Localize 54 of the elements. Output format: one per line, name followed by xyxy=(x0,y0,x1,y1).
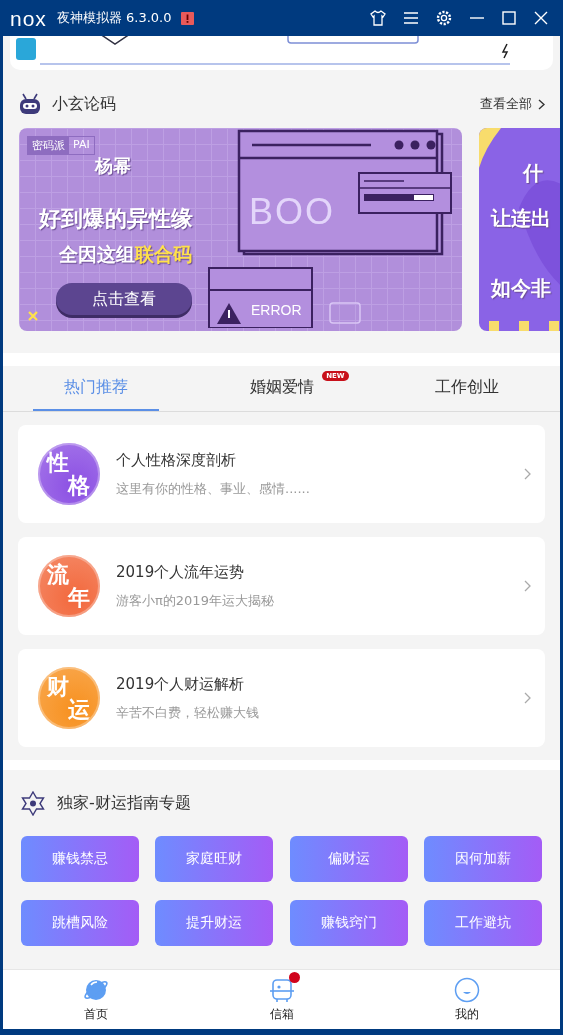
topic-button[interactable]: 工作避坑 xyxy=(424,900,542,946)
banner-heading: 杨幂 xyxy=(95,154,131,178)
nav-item[interactable]: 首页 xyxy=(3,970,189,1029)
topic-card[interactable]: 流 年 2019个人流年运势 游客小π的2019年运大揭秘 xyxy=(18,537,545,635)
banner-tagline: 如今非 xyxy=(491,275,551,302)
alert-icon[interactable] xyxy=(181,11,195,25)
banner-tagline: 全因这组联合码 xyxy=(59,242,192,267)
card-title: 个人性格深度剖析 xyxy=(116,450,237,470)
chevron-right-icon xyxy=(524,580,531,592)
view-button[interactable]: 点击查看 xyxy=(56,283,192,315)
card-title: 2019个人财运解析 xyxy=(116,674,246,694)
error-label: ERROR xyxy=(251,302,302,318)
topic-button[interactable]: 因何加薪 xyxy=(424,836,542,882)
topic-icon: 流 年 xyxy=(38,555,100,617)
topic-button[interactable]: 赚钱禁忌 xyxy=(21,836,139,882)
view-all-link[interactable]: 查看全部 xyxy=(480,95,545,113)
robot-icon xyxy=(18,93,42,115)
star-icon xyxy=(21,790,45,816)
robot-icon xyxy=(268,976,295,1003)
topic-button[interactable]: 家庭旺财 xyxy=(155,836,274,882)
section-title: 小玄论码 xyxy=(52,93,117,115)
chevron-right-icon xyxy=(524,692,531,704)
promo-banner[interactable]: 密码派 PAI 杨幂 好到爆的异性缘 全因这组联合码 点击查看 BOO ERROR xyxy=(19,128,462,331)
chevron-right-icon xyxy=(524,468,531,480)
banner-subtitle: 好到爆的异性缘 xyxy=(39,205,193,233)
topic-icon: 性 格 xyxy=(38,443,100,505)
banner-tag: 密码派 PAI xyxy=(27,136,95,155)
window-title: 夜神模拟器 6.3.0.0 xyxy=(56,9,172,27)
topic-card[interactable]: 财 运 2019个人财运解析 辛苦不白费，轻松赚大钱 xyxy=(18,649,545,747)
card-subtitle: 辛苦不白费，轻松赚大钱 xyxy=(116,703,260,722)
banner-subtitle: 让连出 xyxy=(491,205,551,232)
promo-banner[interactable]: 什 让连出 如今非 xyxy=(479,128,560,331)
topic-icon: 财 运 xyxy=(38,667,100,729)
topic-button[interactable]: 跳槽风险 xyxy=(21,900,139,946)
nav-item[interactable]: 信箱 xyxy=(188,970,375,1029)
topic-button[interactable]: 赚钱窍门 xyxy=(289,900,408,946)
card-subtitle: 这里有你的性格、事业、感情...... xyxy=(116,479,311,498)
nav-item[interactable]: 我的 xyxy=(374,970,560,1029)
banner-art-text: BOO xyxy=(249,194,335,230)
shirt-icon[interactable] xyxy=(369,9,387,27)
tab[interactable]: 工作创业 xyxy=(374,366,560,411)
topic-button[interactable]: 偏财运 xyxy=(289,836,408,882)
menu-icon[interactable] xyxy=(403,11,419,25)
topic-button[interactable]: 提升财运 xyxy=(155,900,274,946)
banner-heading: 什 xyxy=(523,160,543,187)
maximize-icon[interactable] xyxy=(501,10,517,26)
card-subtitle: 游客小π的2019年运大揭秘 xyxy=(116,591,275,610)
app-logo: nox xyxy=(10,7,47,29)
card-title: 2019个人流年运势 xyxy=(116,562,246,582)
smiley-icon xyxy=(454,976,481,1003)
topic-card[interactable]: 性 格 个人性格深度剖析 这里有你的性格、事业、感情...... xyxy=(18,425,545,523)
chevron-right-icon xyxy=(538,98,545,110)
section-title: 独家-财运指南专题 xyxy=(57,792,191,814)
settings-icon[interactable] xyxy=(435,9,453,27)
